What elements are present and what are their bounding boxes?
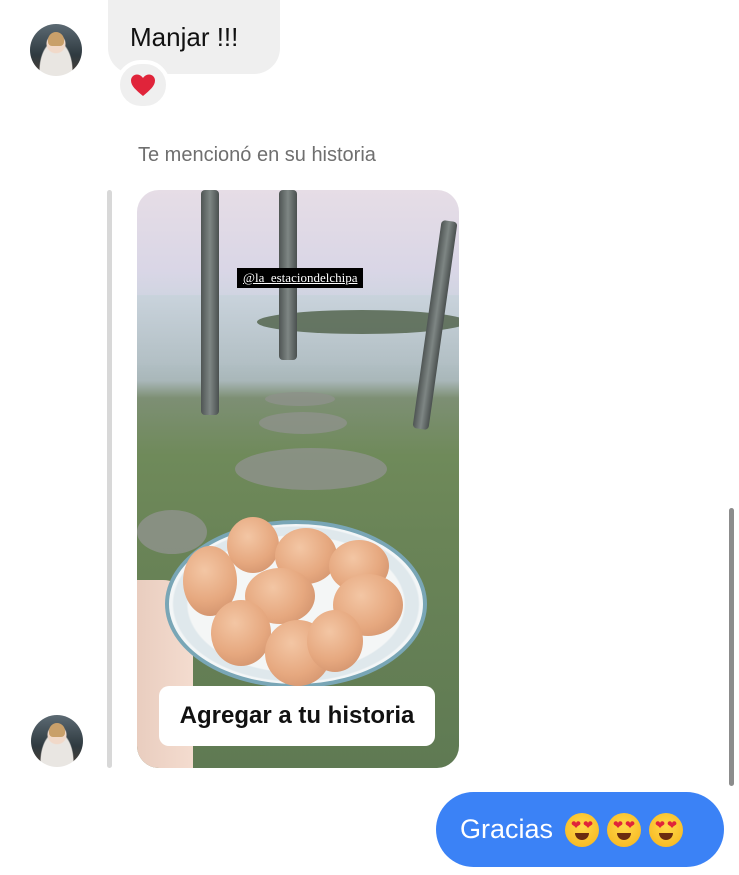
story-stepping-stone [137, 510, 207, 554]
add-to-story-button[interactable]: Agregar a tu historia [159, 686, 435, 746]
heart-eyes-emoji-icon [607, 812, 642, 847]
story-mention-label: Te mencionó en su historia [138, 144, 376, 166]
story-stepping-stone [235, 448, 387, 490]
heart-eyes-emoji-icon [565, 812, 600, 847]
story-preview[interactable]: @la_estaciondelchipa Agregar a tu histor… [137, 190, 459, 768]
sender-avatar[interactable] [30, 24, 82, 76]
outgoing-message-text: Gracias [460, 814, 554, 844]
story-stepping-stone [259, 412, 347, 434]
chipa-ball [211, 600, 271, 666]
sender-avatar[interactable] [31, 715, 83, 767]
chipa-ball [227, 517, 279, 573]
story-tree-trunk [201, 190, 219, 415]
story-stepping-stone [265, 392, 335, 406]
chipa-ball [307, 610, 363, 672]
scrollbar[interactable] [729, 508, 734, 786]
heart-icon [131, 74, 155, 96]
message-reaction[interactable] [116, 60, 170, 110]
incoming-message-text: Manjar !!! [130, 22, 239, 52]
reply-line [107, 190, 112, 768]
story-mention-tag[interactable]: @la_estaciondelchipa [237, 268, 364, 288]
outgoing-message-bubble[interactable]: Gracias [436, 792, 724, 867]
heart-eyes-emoji-icon [649, 812, 684, 847]
